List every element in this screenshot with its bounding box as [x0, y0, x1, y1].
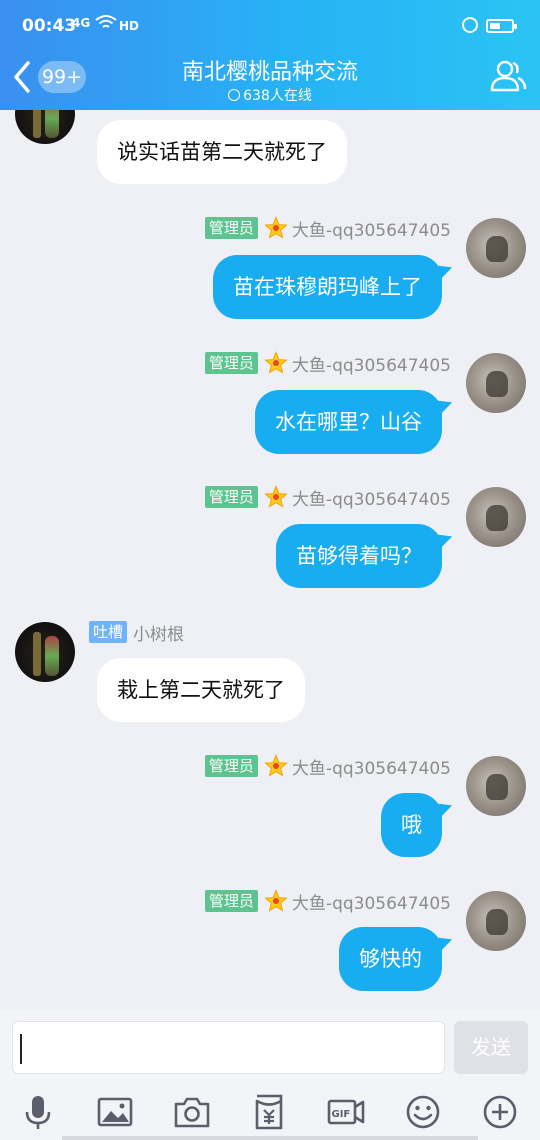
sender-row: 管理员 大鱼-qq305647405 — [204, 889, 451, 914]
chat-header: 00:43 4G HD 99+ 南北樱桃品种交流 638人在线 — [0, 0, 540, 110]
sender-row: 管理员 大鱼-qq305647405 — [204, 485, 451, 510]
text-caret — [20, 1034, 22, 1064]
input-bar: 发送 GIF — [0, 1010, 540, 1140]
roast-tag: 吐槽 — [89, 621, 128, 643]
avatar[interactable] — [466, 218, 526, 278]
admin-tag: 管理员 — [204, 890, 258, 912]
image-icon[interactable] — [93, 1090, 137, 1134]
star-icon — [264, 351, 288, 374]
sender-name[interactable]: 大鱼-qq305647405 — [292, 485, 451, 510]
sender-name[interactable]: 大鱼-qq305647405 — [292, 216, 451, 241]
camera-icon[interactable] — [170, 1090, 214, 1134]
rotation-lock-icon — [462, 17, 478, 33]
admin-tag: 管理员 — [204, 352, 258, 374]
message-bubble[interactable]: 说实话苗第二天就死了 — [97, 120, 347, 184]
plus-icon[interactable] — [478, 1090, 522, 1134]
message-bubble[interactable]: 水在哪里？山谷 — [255, 390, 442, 454]
message-bubble[interactable]: 够快的 — [339, 927, 442, 991]
message-bubble[interactable]: 苗在珠穆朗玛峰上了 — [213, 255, 442, 319]
admin-tag: 管理员 — [204, 217, 258, 239]
sender-name[interactable]: 大鱼-qq305647405 — [292, 754, 451, 779]
star-icon — [264, 754, 288, 777]
admin-tag: 管理员 — [204, 486, 258, 508]
unread-badge: 99+ — [38, 61, 86, 93]
hd-icon: HD — [119, 19, 140, 33]
message-bubble[interactable]: 哦 — [381, 793, 442, 857]
microphone-icon[interactable] — [16, 1090, 60, 1134]
sender-name[interactable]: 大鱼-qq305647405 — [292, 889, 451, 914]
scroll-indicator — [62, 1136, 478, 1140]
avatar[interactable] — [466, 353, 526, 413]
online-count-label: 638人在线 — [243, 88, 312, 104]
red-packet-icon[interactable] — [247, 1090, 291, 1134]
sender-row: 管理员 大鱼-qq305647405 — [204, 754, 451, 779]
status-bar: 00:43 4G HD — [0, 0, 540, 40]
avatar[interactable] — [466, 891, 526, 951]
battery-icon — [486, 19, 517, 33]
people-icon[interactable] — [488, 56, 528, 96]
sender-row: 吐槽 小树根 — [89, 620, 184, 645]
message-list[interactable]: 说实话苗第二天就死了 管理员 大鱼-qq305647405 苗在珠穆朗玛峰上了 … — [0, 110, 540, 1010]
avatar[interactable] — [15, 622, 75, 682]
online-status-icon — [228, 89, 241, 101]
status-time: 00:43 — [22, 16, 77, 36]
wifi-icon — [95, 15, 117, 28]
online-count[interactable]: 638人在线 — [170, 85, 370, 105]
avatar[interactable] — [466, 756, 526, 816]
message-bubble[interactable]: 苗够得着吗？ — [276, 524, 442, 588]
gif-icon[interactable]: GIF — [324, 1090, 368, 1134]
sender-name[interactable]: 小树根 — [133, 620, 184, 645]
avatar[interactable] — [15, 110, 75, 144]
message-input[interactable] — [12, 1021, 445, 1074]
avatar[interactable] — [466, 487, 526, 547]
svg-text:GIF: GIF — [332, 1109, 351, 1120]
sender-row: 管理员 大鱼-qq305647405 — [204, 351, 451, 376]
star-icon — [264, 216, 288, 239]
emoji-icon[interactable] — [401, 1090, 445, 1134]
star-icon — [264, 889, 288, 912]
back-button[interactable]: 99+ — [8, 55, 86, 99]
send-button[interactable]: 发送 — [454, 1021, 528, 1074]
sender-row: 管理员 大鱼-qq305647405 — [204, 216, 451, 241]
admin-tag: 管理员 — [204, 755, 258, 777]
signal-icon: 4G — [72, 16, 91, 30]
sender-name[interactable]: 大鱼-qq305647405 — [292, 351, 451, 376]
chevron-left-icon — [14, 61, 30, 93]
star-icon — [264, 485, 288, 508]
message-bubble[interactable]: 栽上第二天就死了 — [97, 658, 305, 722]
group-title[interactable]: 南北樱桃品种交流 — [120, 54, 420, 86]
